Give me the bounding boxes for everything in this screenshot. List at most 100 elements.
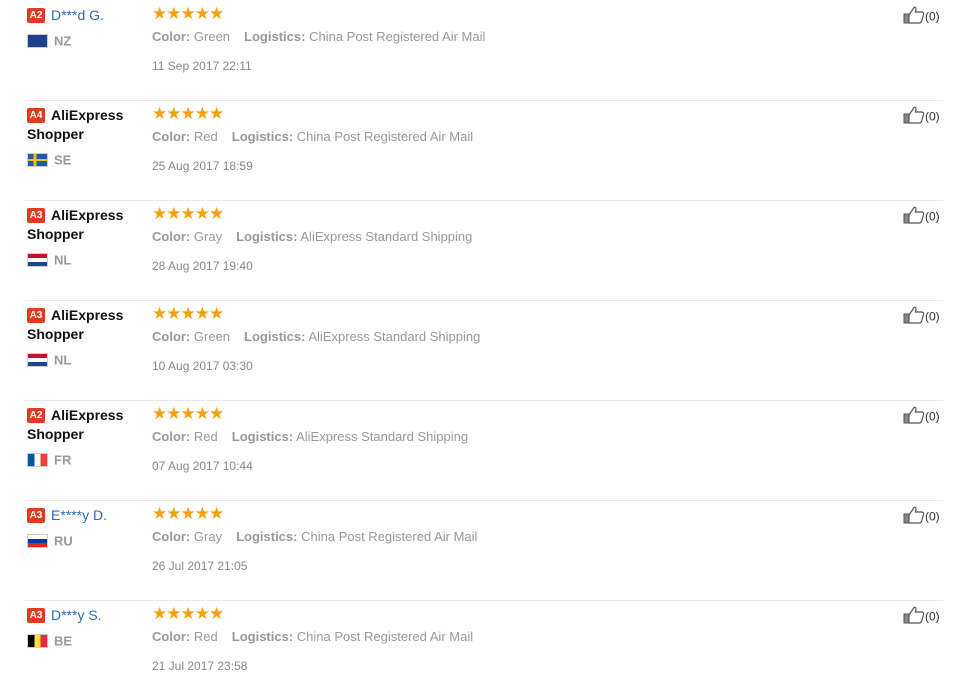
star-icon: ★ [166,504,181,523]
review-date: 07 Aug 2017 10:44 [152,459,253,473]
reviewer-country: NL [27,251,142,267]
reviewer-name[interactable]: A3 D***y S. [27,607,102,623]
reviewer-info: A3 D***y S. BE [27,606,142,648]
reviewer-info: A4 AliExpress Shopper SE [27,106,142,167]
review-item: A2 AliExpress Shopper FR ★★★★★ Color: Red Log… [0,400,980,500]
buyer-level-badge: A2 [27,7,45,23]
thumbs-up-icon[interactable] [903,106,925,127]
be-flag-icon [27,633,48,648]
color-value: Green [193,329,231,344]
helpful-button[interactable]: (0) [903,106,940,127]
star-icon: ★ [166,304,181,323]
buyer-level-badge: A4 [27,107,45,123]
country-code: SE [54,152,72,168]
review-item: A2 D***d G. NZ ★★★★★ Color: Green Logistics: … [0,0,980,100]
logistics-value: AliExpress Standard Shipping [296,429,469,444]
fr-flag-icon [27,452,48,467]
helpful-button[interactable]: (0) [903,6,940,27]
review-item: A4 AliExpress Shopper SE ★★★★★ Color: Red Log… [0,100,980,200]
color-label: Color: [152,129,191,144]
review-date: 26 Jul 2017 21:05 [152,559,248,573]
helpful-button[interactable]: (0) [903,206,940,227]
star-icon: ★ [194,104,210,123]
order-info: Color: Red Logistics: China Post Register… [152,129,473,144]
color-value: Gray [193,229,223,244]
star-icon: ★ [152,504,167,523]
reviewer-name-text: D***y S. [51,607,102,623]
helpful-count: (0) [925,409,940,424]
divider [25,500,943,501]
star-icon: ★ [180,604,196,623]
color-label: Color: [152,29,191,44]
star-icon: ★ [166,4,181,23]
buyer-level-badge: A2 [27,407,45,423]
logistics-value: China Post Registered Air Mail [309,29,486,44]
buyer-level-badge: A3 [27,607,45,623]
color-label: Color: [152,629,191,644]
logistics-value: AliExpress Standard Shipping [300,229,473,244]
color-label: Color: [152,329,191,344]
reviewer-name: A4 AliExpress Shopper [27,106,132,144]
star-icon: ★ [152,204,167,223]
order-info: Color: Gray Logistics: China Post Registe… [152,529,477,544]
star-icon: ★ [152,104,167,123]
star-rating: ★★★★★ [152,404,224,423]
thumbs-up-icon[interactable] [903,506,925,527]
reviewer-name[interactable]: A2 D***d G. [27,7,104,23]
order-info: Color: Gray Logistics: AliExpress Standar… [152,229,472,244]
reviewer-name[interactable]: A3 E****y D. [27,507,107,523]
helpful-count: (0) [925,9,940,24]
star-icon: ★ [209,204,224,223]
helpful-button[interactable]: (0) [903,606,940,627]
helpful-count: (0) [925,109,940,124]
star-icon: ★ [166,404,181,423]
review-item: A3 AliExpress Shopper NL ★★★★★ Color: Green L… [0,300,980,400]
helpful-button[interactable]: (0) [903,306,940,327]
star-icon: ★ [152,304,167,323]
helpful-count: (0) [925,509,940,524]
star-icon: ★ [209,4,224,23]
helpful-button[interactable]: (0) [903,506,940,527]
star-icon: ★ [194,604,210,623]
order-info: Color: Green Logistics: China Post Regist… [152,29,485,44]
star-icon: ★ [194,204,210,223]
logistics-label: Logistics: [236,229,298,244]
thumbs-up-icon[interactable] [903,206,925,227]
star-icon: ★ [152,404,167,423]
color-value: Green [193,29,231,44]
star-icon: ★ [166,104,181,123]
logistics-value: China Post Registered Air Mail [296,129,474,144]
star-icon: ★ [194,4,210,23]
logistics-label: Logistics: [231,429,294,444]
reviewer-info: A3 AliExpress Shopper NL [27,206,142,267]
logistics-value: China Post Registered Air Mail [296,629,474,644]
star-icon: ★ [180,204,196,223]
helpful-count: (0) [925,609,940,624]
divider [25,300,943,301]
thumbs-up-icon[interactable] [903,606,925,627]
order-info: Color: Green Logistics: AliExpress Standa… [152,329,480,344]
star-icon: ★ [180,404,196,423]
star-icon: ★ [209,404,224,423]
star-icon: ★ [209,504,224,523]
color-value: Red [193,429,218,444]
reviewer-info: A2 D***d G. NZ [27,6,142,48]
review-date: 21 Jul 2017 23:58 [152,659,248,673]
thumbs-up-icon[interactable] [903,406,925,427]
star-icon: ★ [180,4,196,23]
logistics-label: Logistics: [236,529,298,544]
reviewer-country: RU [27,532,142,548]
helpful-button[interactable]: (0) [903,406,940,427]
star-rating: ★★★★★ [152,204,224,223]
review-date: 25 Aug 2017 18:59 [152,159,253,173]
logistics-label: Logistics: [231,129,294,144]
reviewer-info: A3 AliExpress Shopper NL [27,306,142,367]
review-date: 10 Aug 2017 03:30 [152,359,253,373]
se-flag-icon [27,152,48,167]
thumbs-up-icon[interactable] [903,306,925,327]
nl-flag-icon [27,252,48,267]
thumbs-up-icon[interactable] [903,6,925,27]
star-icon: ★ [166,604,181,623]
reviewer-country: NZ [27,32,142,48]
logistics-value: AliExpress Standard Shipping [308,329,481,344]
